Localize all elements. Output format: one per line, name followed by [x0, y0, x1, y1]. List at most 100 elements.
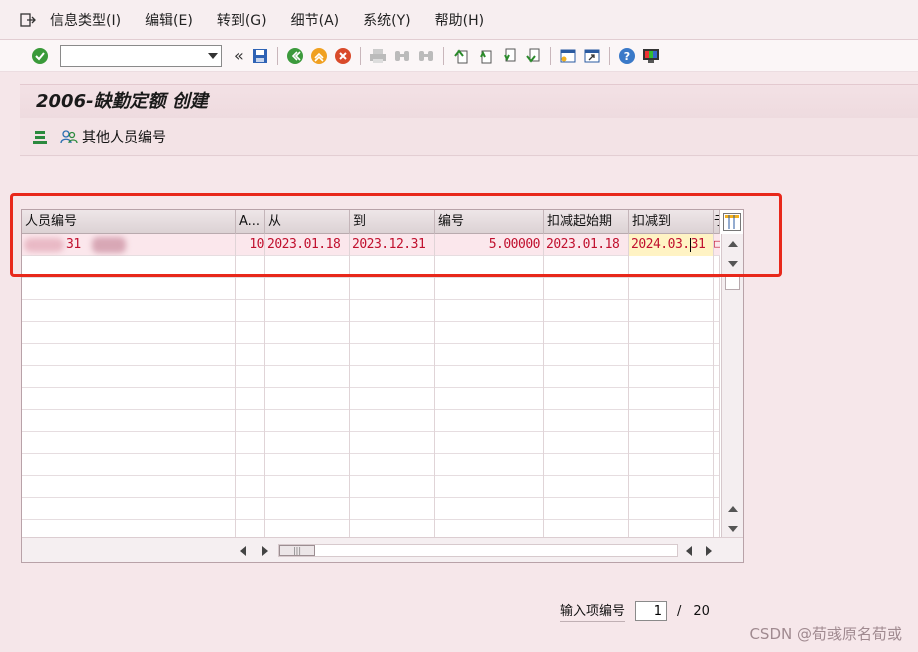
col-header-deduct-to[interactable]: 扣减到 [629, 210, 714, 234]
column-settings-button[interactable] [723, 213, 741, 231]
table-row[interactable] [22, 432, 720, 454]
table-cell[interactable] [629, 366, 714, 388]
table-row[interactable] [22, 498, 720, 520]
menu-info-type[interactable]: 信息类型(I) [50, 10, 121, 30]
table-cell[interactable] [265, 476, 350, 498]
history-chevron-icon[interactable]: « [234, 46, 244, 65]
table-cell[interactable] [265, 432, 350, 454]
table-cell[interactable] [714, 366, 720, 388]
col-header-to[interactable]: 到 [350, 210, 435, 234]
first-page-icon[interactable] [451, 46, 471, 66]
table-cell[interactable] [435, 476, 544, 498]
scroll-thumb[interactable] [725, 274, 740, 290]
table-cell[interactable] [544, 344, 629, 366]
table-cell[interactable] [350, 476, 435, 498]
table-cell[interactable] [714, 410, 720, 432]
cell-deduct-from[interactable]: 2023.01.18 [544, 234, 629, 256]
table-cell[interactable] [544, 366, 629, 388]
table-cell[interactable] [236, 344, 265, 366]
table-cell[interactable] [544, 256, 629, 278]
table-cell[interactable] [350, 410, 435, 432]
table-cell[interactable] [265, 322, 350, 344]
table-cell[interactable] [544, 322, 629, 344]
table-cell[interactable] [236, 498, 265, 520]
table-cell[interactable] [435, 388, 544, 410]
cell-from[interactable]: 2023.01.18 [265, 234, 350, 256]
table-cell[interactable] [236, 322, 265, 344]
table-cell[interactable] [22, 344, 236, 366]
scroll-right-end-icon[interactable] [706, 546, 712, 556]
table-cell[interactable] [544, 388, 629, 410]
table-cell[interactable] [629, 432, 714, 454]
command-input[interactable] [61, 45, 201, 66]
table-cell[interactable] [265, 498, 350, 520]
table-cell[interactable] [629, 300, 714, 322]
table-cell[interactable] [544, 278, 629, 300]
scroll-right-icon[interactable] [262, 546, 268, 556]
help-icon[interactable]: ? [617, 46, 637, 66]
other-persons-button[interactable]: 其他人员编号 [60, 127, 166, 147]
col-header-number[interactable]: 编号 [435, 210, 544, 234]
scroll-left-end-icon[interactable] [686, 546, 692, 556]
scroll-thumb[interactable]: ||| [279, 545, 315, 556]
table-cell[interactable] [629, 454, 714, 476]
table-cell[interactable] [714, 388, 720, 410]
scroll-down-icon[interactable] [728, 261, 738, 267]
table-cell[interactable] [714, 476, 720, 498]
table-cell[interactable] [350, 300, 435, 322]
table-cell[interactable] [22, 300, 236, 322]
table-cell[interactable] [544, 454, 629, 476]
table-cell[interactable] [236, 278, 265, 300]
menu-details[interactable]: 细节(A) [291, 10, 340, 30]
scroll-up-icon[interactable] [728, 241, 738, 247]
table-cell[interactable] [435, 454, 544, 476]
table-cell[interactable] [629, 476, 714, 498]
horizontal-scrollbar[interactable]: ||| [22, 537, 743, 562]
table-cell[interactable] [435, 344, 544, 366]
table-cell[interactable] [544, 432, 629, 454]
table-cell[interactable] [435, 322, 544, 344]
layout-settings-icon[interactable] [641, 46, 661, 66]
table-cell[interactable] [714, 322, 720, 344]
table-cell[interactable] [236, 300, 265, 322]
table-cell[interactable] [265, 410, 350, 432]
table-cell[interactable] [350, 388, 435, 410]
exit-icon[interactable] [309, 46, 329, 66]
cell-personnel-number[interactable]: 31 [22, 234, 236, 256]
chevron-down-icon[interactable] [208, 52, 218, 59]
table-cell[interactable] [265, 344, 350, 366]
next-page-icon[interactable] [499, 46, 519, 66]
table-cell[interactable] [22, 388, 236, 410]
table-cell[interactable] [350, 454, 435, 476]
cell-deduct-to[interactable]: 2024.03.31 [629, 234, 714, 256]
table-row[interactable] [22, 476, 720, 498]
table-cell[interactable] [714, 344, 720, 366]
table-cell[interactable] [714, 432, 720, 454]
scroll-track[interactable]: ||| [278, 544, 678, 557]
table-cell[interactable] [629, 498, 714, 520]
table-cell[interactable] [435, 498, 544, 520]
table-cell[interactable] [350, 322, 435, 344]
table-row[interactable] [22, 388, 720, 410]
table-cell[interactable] [22, 322, 236, 344]
table-cell[interactable] [350, 498, 435, 520]
col-header-from[interactable]: 从 [265, 210, 350, 234]
cell-number[interactable]: 5.00000 [435, 234, 544, 256]
table-cell[interactable] [714, 256, 720, 278]
table-cell[interactable] [544, 300, 629, 322]
table-row[interactable] [22, 366, 720, 388]
cancel-icon[interactable] [333, 46, 353, 66]
table-cell[interactable] [265, 300, 350, 322]
table-cell[interactable] [629, 344, 714, 366]
table-cell[interactable] [265, 256, 350, 278]
back-icon[interactable] [285, 46, 305, 66]
table-cell[interactable] [350, 432, 435, 454]
scroll-left-icon[interactable] [240, 546, 246, 556]
shortcut-icon[interactable] [582, 46, 602, 66]
table-cell[interactable] [350, 256, 435, 278]
table-cell[interactable] [629, 278, 714, 300]
table-cell[interactable] [265, 278, 350, 300]
table-cell[interactable] [22, 498, 236, 520]
table-row[interactable]: 31 10 2023.01.18 2023.12.31 5.00000 2023… [22, 234, 720, 256]
table-cell[interactable] [22, 366, 236, 388]
